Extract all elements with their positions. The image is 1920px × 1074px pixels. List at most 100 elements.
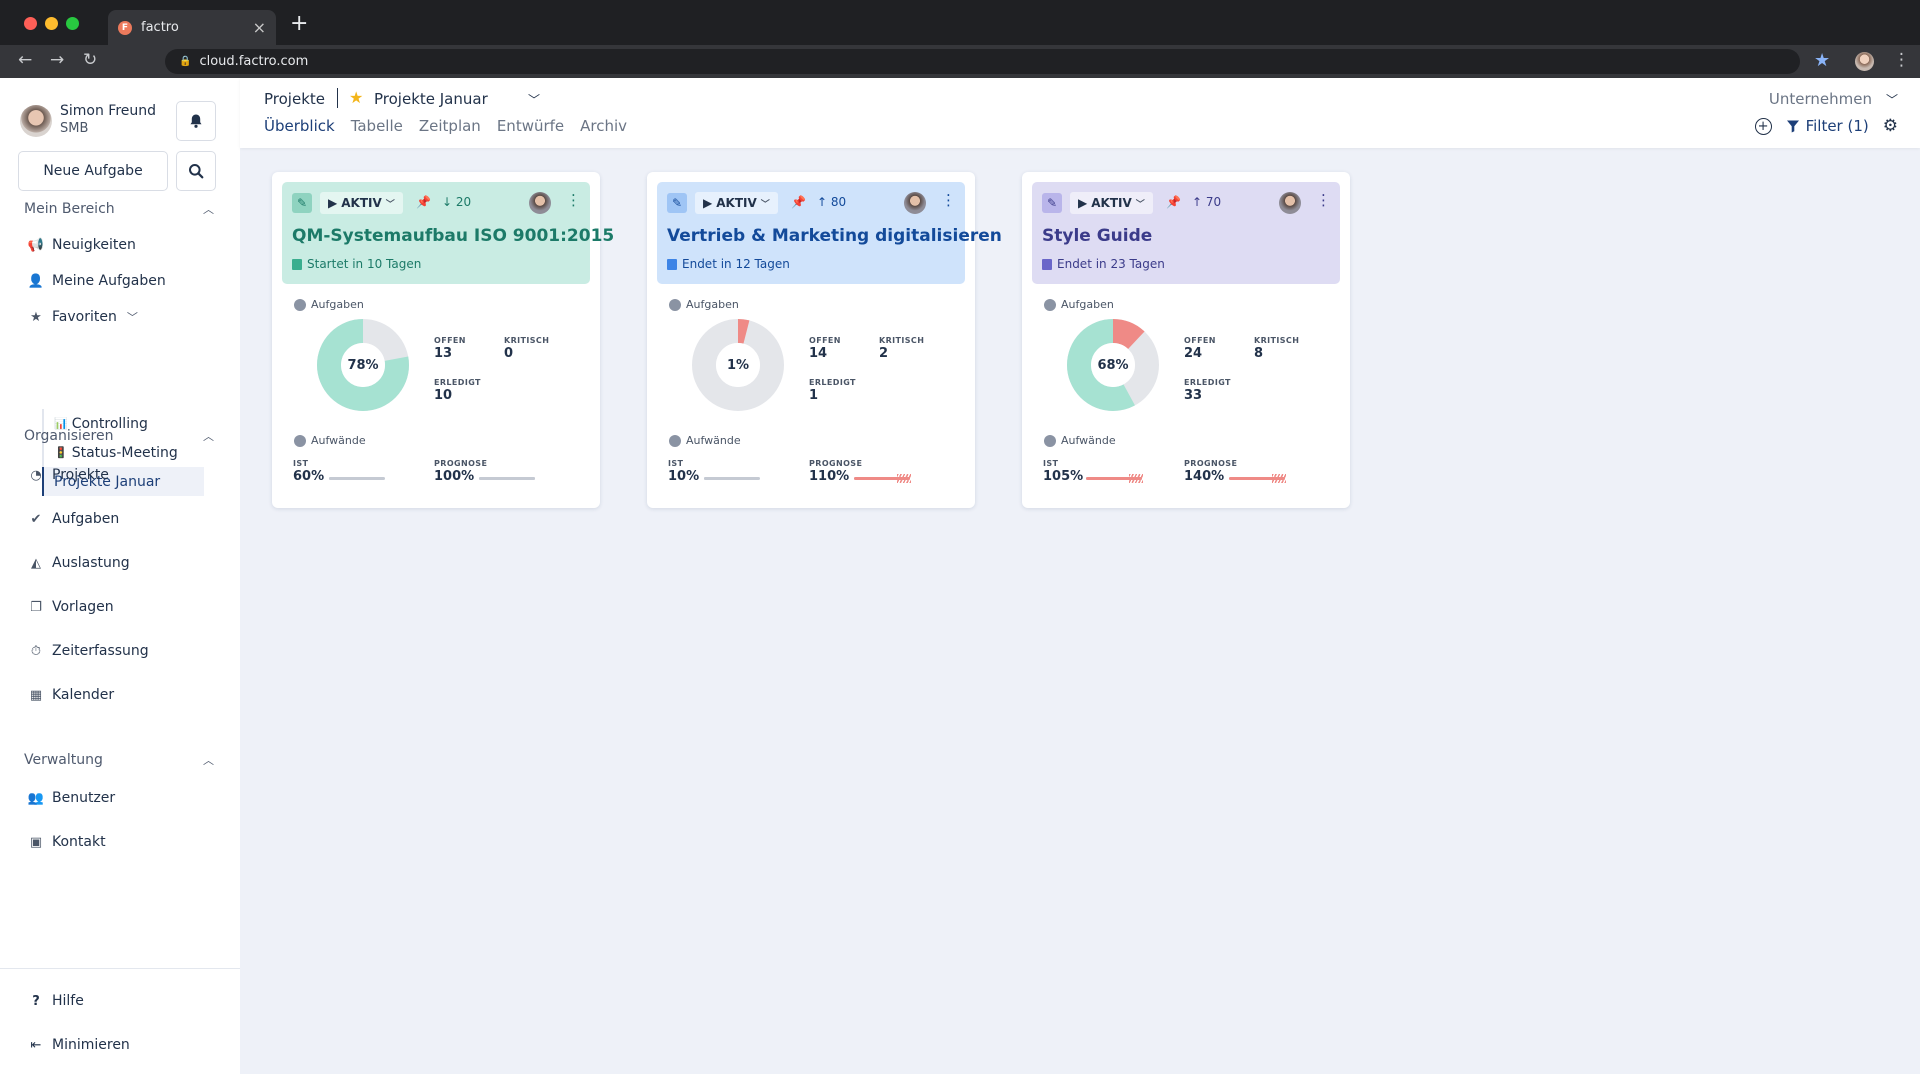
status-label: AKTIV [341,196,382,210]
pencil-icon[interactable]: ✎ [292,193,312,213]
open-label: OFFEN [809,336,841,345]
search-button[interactable] [176,151,216,191]
minimize-window-button[interactable] [45,17,58,30]
project-title[interactable]: Vertrieb & Marketing digitalisieren [667,226,1002,246]
project-title[interactable]: Style Guide [1042,226,1152,246]
section-verwaltung[interactable]: Verwaltung ︿ [24,752,214,768]
view-tabs: Überblick Tabelle Zeitplan Entwürfe Arch… [264,117,627,135]
breadcrumb-current[interactable]: Projekte Januar [374,90,488,108]
more-options-icon[interactable]: ⋮ [566,191,581,209]
open-value: 13 [434,346,453,361]
pencil-icon[interactable]: ✎ [1042,193,1062,213]
actual-effort-bar [1086,474,1143,483]
user-role: SMB [60,121,89,136]
back-icon[interactable]: ← [18,50,32,70]
status-dropdown[interactable]: ▶ AKTIV ﹀ [320,192,403,214]
bookmark-star-icon[interactable]: ★ [1814,50,1830,71]
nav-item-aufgaben[interactable]: ✔ Aufgaben [28,511,120,527]
bell-icon [190,114,202,128]
tab-archiv[interactable]: Archiv [580,117,627,135]
header-actions: + Filter (1) ⚙ [1754,116,1898,136]
more-options-icon[interactable]: ⋮ [941,191,956,209]
address-bar[interactable]: 🔒 cloud.factro.com [165,49,1800,74]
stopwatch-icon [1044,434,1056,447]
project-title[interactable]: QM-Systemaufbau ISO 9001:2015 [292,226,614,246]
pin-icon[interactable]: 📌 [416,195,431,209]
actual-effort-bar [704,477,760,480]
nav-item-hilfe[interactable]: ? Hilfe [28,993,84,1009]
priority: ↑ 70 [1192,195,1221,209]
forecast-effort-bar [1229,474,1286,483]
browser-tab[interactable]: F factro × [108,10,276,45]
more-options-icon[interactable]: ⋮ [1316,191,1331,209]
project-card[interactable]: ✎ ▶ AKTIV ﹀ 📌 ↑ 80 ⋮ Vertrieb & Marketin… [647,172,1002,508]
pin-icon[interactable]: 📌 [1166,195,1181,209]
assignee-avatar[interactable] [1279,192,1301,214]
sidebar: Simon Freund SMB Neue Aufgabe Mein Berei… [0,78,240,1074]
browser-toolbar: ← → ↻ 🔒 cloud.factro.com ★ ⋮ [0,45,1920,78]
copy-icon: ❐ [30,599,42,615]
gear-icon[interactable]: ⚙ [1883,116,1898,136]
effort-heading: Aufwände [669,434,741,447]
tasks-heading-text: Aufgaben [311,298,364,311]
breadcrumb-root[interactable]: Projekte [264,90,325,108]
chevron-up-icon: ︿ [203,203,214,216]
favorite-label: Status-Meeting [71,444,178,461]
tab-entwuerfe[interactable]: Entwürfe [497,117,564,135]
company-select[interactable]: Unternehmen ﹀ [1769,90,1898,108]
assignee-avatar[interactable] [904,192,926,214]
tab-zeitplan[interactable]: Zeitplan [419,117,481,135]
breadcrumb-separator [337,88,338,108]
pin-icon[interactable]: 📌 [791,195,806,209]
user-avatar[interactable] [20,105,52,137]
forward-icon[interactable]: → [50,50,64,70]
forecast-effort-bar [854,474,911,483]
new-tab-icon[interactable]: + [290,13,308,35]
tab-ueberblick[interactable]: Überblick [264,117,335,135]
project-card[interactable]: ✎ ▶ AKTIV ﹀ 📌 ↑ 70 ⋮ Style Guide Endet i… [1022,172,1350,508]
nav-item-vorlagen[interactable]: ❐ Vorlagen [28,599,113,615]
actual-effort-bar [329,477,385,480]
maximize-window-button[interactable] [66,17,79,30]
priority: ↓ 20 [442,195,471,209]
project-card[interactable]: ✎ ▶ AKTIV ﹀ 📌 ↓ 20 ⋮ QM-Systemaufbau ISO… [272,172,614,508]
close-window-button[interactable] [24,17,37,30]
nav-item-auslastung[interactable]: ◭ Auslastung [28,555,130,571]
open-label: OFFEN [434,336,466,345]
filter-button[interactable]: Filter (1) [1786,117,1869,135]
browser-profile-avatar[interactable] [1855,52,1874,71]
effort-heading-text: Aufwände [1061,434,1116,447]
forecast-value: 140% [1184,469,1225,484]
reload-icon[interactable]: ↻ [83,50,97,70]
nav-item-meine-aufgaben[interactable]: 👤 Meine Aufgaben [28,273,166,289]
nav-item-favoriten[interactable]: ★ Favoriten ﹀ [28,309,138,325]
nav-item-projekte[interactable]: ◔ Projekte [28,467,109,483]
close-tab-icon[interactable]: × [253,18,266,37]
section-mein-bereich[interactable]: Mein Bereich ︿ [24,201,214,217]
new-task-button[interactable]: Neue Aufgabe [18,151,168,191]
actual-label: IST [1043,459,1059,468]
status-dropdown[interactable]: ▶ AKTIV ﹀ [695,192,778,214]
assignee-avatar[interactable] [529,192,551,214]
notifications-button[interactable] [176,101,216,141]
add-circle-icon[interactable]: + [1754,117,1772,135]
favorite-star-icon[interactable]: ★ [349,88,363,107]
status-dropdown[interactable]: ▶ AKTIV ﹀ [1070,192,1153,214]
nav-item-benutzer[interactable]: 👥 Benutzer [28,790,115,806]
effort-bar-fill [704,477,710,480]
stopwatch-icon [669,434,681,447]
section-organisieren[interactable]: Organisieren ︿ [24,428,214,444]
pencil-icon[interactable]: ✎ [667,193,687,213]
nav-item-kontakt[interactable]: ▣ Kontakt [28,834,106,850]
url-text: cloud.factro.com [199,54,309,69]
done-value: 1 [809,388,819,403]
nav-item-label: Hilfe [52,993,84,1009]
tab-tabelle[interactable]: Tabelle [351,117,403,135]
nav-item-zeiterfassung[interactable]: ⏱ Zeiterfassung [28,643,149,659]
browser-menu-icon[interactable]: ⋮ [1893,50,1910,70]
nav-item-kalender[interactable]: ▦ Kalender [28,687,114,703]
nav-item-minimieren[interactable]: ⇤ Minimieren [28,1037,130,1053]
chevron-down-icon[interactable]: ﹀ [528,91,540,108]
section-title: Verwaltung [24,752,103,768]
nav-item-neuigkeiten[interactable]: 📢 Neuigkeiten [28,237,136,253]
